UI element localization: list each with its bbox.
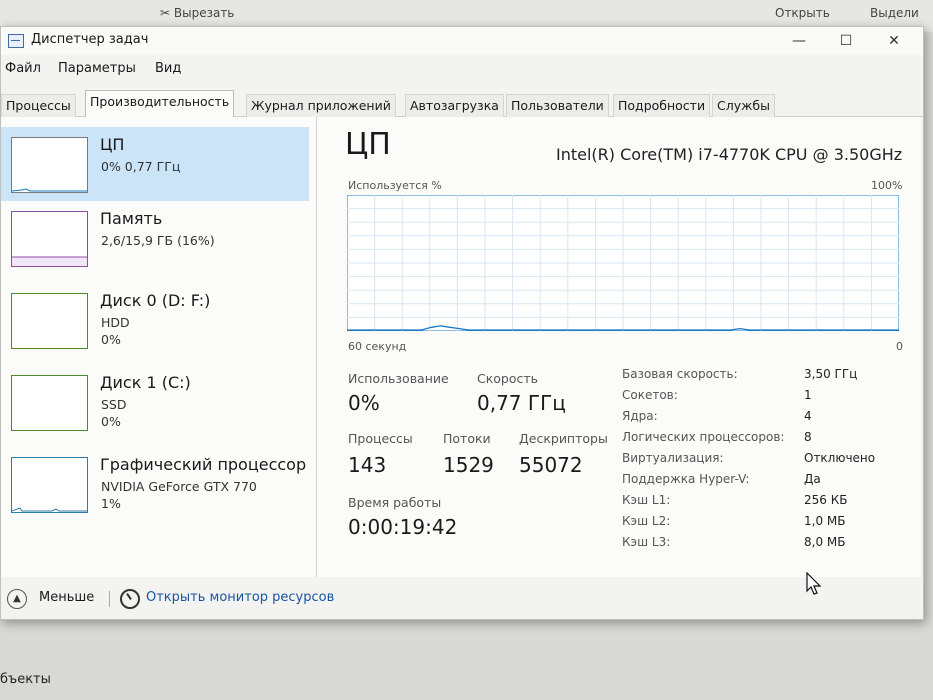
resource-title: Диск 0 (D: F:) xyxy=(100,291,211,310)
resource-subtitle: SSD xyxy=(101,397,127,412)
task-manager-icon xyxy=(8,34,24,48)
graph-max-label: 100% xyxy=(871,179,903,192)
spec-value: 3,50 ГГц xyxy=(804,367,858,381)
handles-label: Дескрипторы xyxy=(519,431,608,446)
resource-subtitle: 0% 0,77 ГГц xyxy=(101,159,181,174)
memory-thumbnail-graph xyxy=(11,211,88,267)
cpu-detail-panel: ЦП Intel(R) Core(TM) i7-4770K CPU @ 3.50… xyxy=(331,117,921,577)
threads-value: 1529 xyxy=(443,453,494,477)
spec-value: Да xyxy=(804,472,821,486)
spec-label: Ядра: xyxy=(622,409,658,423)
graph-min-label: 0 xyxy=(896,340,903,353)
graph-y-label: Используется % xyxy=(348,179,442,192)
uptime-value: 0:00:19:42 xyxy=(348,515,458,539)
minimize-button[interactable]: — xyxy=(776,29,822,53)
cpu-usage-graph xyxy=(347,195,899,331)
footer-divider xyxy=(109,591,110,607)
maximize-button[interactable]: ☐ xyxy=(823,29,869,53)
spec-label: Виртуализация: xyxy=(622,451,724,465)
spec-label: Кэш L1: xyxy=(622,493,671,507)
spec-label: Кэш L3: xyxy=(622,535,671,549)
ribbon-cut-button[interactable]: ✂ Вырезать xyxy=(160,6,234,20)
resource-usage: 0% xyxy=(101,414,121,429)
graph-time-label: 60 секунд xyxy=(348,340,407,353)
spec-value: 8 xyxy=(804,430,812,444)
speed-value: 0,77 ГГц xyxy=(477,391,566,415)
fewer-details-button[interactable]: Меньше xyxy=(39,590,94,605)
menu-view[interactable]: Вид xyxy=(155,61,181,76)
spec-label: Кэш L2: xyxy=(622,514,671,528)
menu-file[interactable]: Файл xyxy=(5,61,41,76)
ribbon-open-label: Открыть xyxy=(775,6,830,20)
usage-label: Использование xyxy=(348,371,449,386)
cpu-thumbnail-graph xyxy=(11,137,88,193)
ribbon-cut-label: Вырезать xyxy=(173,6,235,20)
resource-item-memory[interactable]: Память 2,6/15,9 ГБ (16%) xyxy=(1,201,309,275)
resource-list: ЦП 0% 0,77 ГГц Память 2,6/15,9 ГБ (16%) … xyxy=(1,117,317,577)
menu-options[interactable]: Параметры xyxy=(58,61,136,76)
spec-value: 256 КБ xyxy=(804,493,848,507)
ribbon-select-button[interactable]: Выдели xyxy=(870,6,919,20)
cpu-title: ЦП xyxy=(345,127,391,162)
close-button[interactable]: ✕ xyxy=(871,29,917,53)
tab-strip: Процессы Производительность Журнал прило… xyxy=(1,90,923,117)
speed-label: Скорость xyxy=(477,371,539,386)
resource-subtitle: 2,6/15,9 ГБ (16%) xyxy=(101,233,215,248)
spec-value: 4 xyxy=(804,409,812,423)
spec-label: Поддержка Hyper-V: xyxy=(622,472,750,486)
mouse-cursor-icon xyxy=(806,572,822,595)
resource-item-gpu[interactable]: Графический процессор NVIDIA GeForce GTX… xyxy=(1,447,309,521)
performance-content: ЦП 0% 0,77 ГГц Память 2,6/15,9 ГБ (16%) … xyxy=(1,117,921,577)
spec-value: 1 xyxy=(804,388,812,402)
cpu-model-name: Intel(R) Core(TM) i7-4770K CPU @ 3.50GHz xyxy=(556,145,903,164)
processes-label: Процессы xyxy=(348,431,413,446)
resource-subtitle: NVIDIA GeForce GTX 770 xyxy=(101,479,257,494)
spec-label: Базовая скорость: xyxy=(622,367,738,381)
footer-bar: ▲ Меньше Открыть монитор ресурсов xyxy=(1,583,923,613)
resource-subtitle: HDD xyxy=(101,315,130,330)
spec-value: Отключено xyxy=(804,451,876,465)
chevron-up-icon[interactable]: ▲ xyxy=(7,589,27,609)
task-manager-window: Диспетчер задач — ☐ ✕ Файл Параметры Вид… xyxy=(0,26,924,620)
processes-value: 143 xyxy=(348,453,387,477)
tab-services[interactable]: Службы xyxy=(712,94,775,117)
resource-item-disk0[interactable]: Диск 0 (D: F:) HDD 0% xyxy=(1,283,309,357)
resource-item-disk1[interactable]: Диск 1 (C:) SSD 0% xyxy=(1,365,309,439)
disk1-thumbnail-graph xyxy=(11,375,88,431)
disk0-thumbnail-graph xyxy=(11,293,88,349)
uptime-label: Время работы xyxy=(348,495,442,510)
spec-value: 1,0 МБ xyxy=(804,514,846,528)
spec-label: Логических процессоров: xyxy=(622,430,785,444)
resource-title: Диск 1 (C:) xyxy=(100,373,191,392)
spec-label: Сокетов: xyxy=(622,388,678,402)
resource-item-cpu[interactable]: ЦП 0% 0,77 ГГц xyxy=(1,127,309,201)
resource-usage: 0% xyxy=(101,332,121,347)
window-title: Диспетчер задач xyxy=(31,32,149,47)
tab-processes[interactable]: Процессы xyxy=(1,94,76,117)
threads-label: Потоки xyxy=(443,431,491,446)
usage-value: 0% xyxy=(348,391,380,415)
open-resource-monitor-link[interactable]: Открыть монитор ресурсов xyxy=(146,590,334,605)
menu-bar: Файл Параметры Вид xyxy=(1,58,923,80)
resource-title: ЦП xyxy=(100,135,125,154)
tab-users[interactable]: Пользователи xyxy=(506,94,609,117)
tab-performance[interactable]: Производительность xyxy=(85,90,235,117)
spec-value: 8,0 МБ xyxy=(804,535,846,549)
tab-app-history[interactable]: Журнал приложений xyxy=(246,94,396,117)
handles-value: 55072 xyxy=(519,453,583,477)
resource-usage: 1% xyxy=(101,496,121,511)
resource-monitor-icon[interactable] xyxy=(120,589,140,609)
ribbon-select-label: Выдели xyxy=(870,6,919,20)
background-objects-caption: бъекты xyxy=(0,672,51,687)
tab-startup[interactable]: Автозагрузка xyxy=(405,94,504,117)
tab-details[interactable]: Подробности xyxy=(613,94,711,117)
title-bar[interactable]: Диспетчер задач — ☐ ✕ xyxy=(1,27,923,55)
resource-title: Память xyxy=(100,209,163,228)
gpu-thumbnail-graph xyxy=(11,457,88,513)
resource-title: Графический процессор xyxy=(100,455,307,474)
ribbon-open-button[interactable]: Открыть xyxy=(775,6,830,20)
